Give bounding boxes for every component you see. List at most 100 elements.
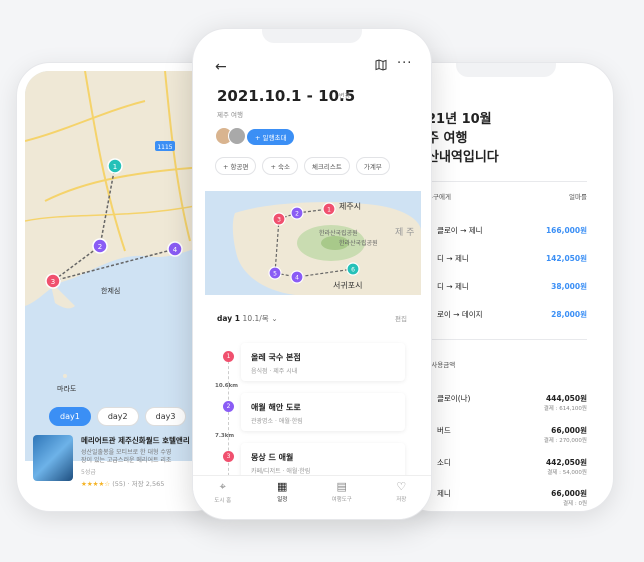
map-pin-3[interactable]: 3 — [272, 212, 286, 226]
svg-text:2: 2 — [98, 243, 102, 251]
center-phone: ← ··· 2021.10.1 - 10.5 변경 제주 여행 + 일행초대 +… — [192, 28, 432, 520]
avatar — [228, 127, 246, 145]
day-selector[interactable]: day 1 10.1/목 ⌄ — [217, 313, 278, 324]
day-tab-2[interactable]: day2 — [96, 407, 139, 426]
map-label-seogwipo: 서귀포시 — [333, 280, 362, 290]
distance-label: 7.3km — [215, 433, 235, 439]
tab-schedule[interactable]: ▦ 일정 — [262, 480, 302, 519]
heading-line-1: 21년 10월 — [427, 112, 492, 127]
heading-line-3: 산내역입니다 — [427, 149, 499, 165]
place-number: 3 — [223, 451, 234, 462]
toolbox-icon: ▤ — [336, 480, 347, 493]
svg-text:1: 1 — [113, 163, 117, 171]
map-icon[interactable] — [375, 59, 387, 74]
svg-text:1: 1 — [327, 207, 331, 214]
day-label: day 1 — [217, 314, 240, 323]
distance-label: 10.6km — [215, 383, 238, 389]
map-pin-4[interactable]: 4 — [167, 241, 183, 257]
trip-map[interactable]: 제주시 제 주 한라산국립공원 한라산국립공원 서귀포시 1 2 3 4 5 6 — [205, 191, 421, 295]
divider — [427, 339, 587, 340]
svg-text:6: 6 — [351, 267, 355, 274]
chip-row: + 항공편 + 숙소 체크리스트 가계부 — [215, 157, 390, 175]
notch — [262, 29, 362, 43]
map-pin-5[interactable]: 5 — [268, 266, 282, 280]
place-category: 관광명소 · 애월·한림 — [251, 418, 303, 425]
tab-city-home[interactable]: ⌖ 도시 홈 — [203, 480, 243, 519]
map-label-island: 마라도 — [57, 384, 77, 393]
location-icon: ⌖ — [219, 480, 226, 493]
map-pin-2[interactable]: 2 — [290, 206, 304, 220]
add-lodging-chip[interactable]: + 숙소 — [262, 157, 298, 175]
chevron-down-icon: ⌄ — [271, 314, 278, 323]
tab-saved[interactable]: ♡ 저장 — [381, 480, 421, 519]
settlement-row: 디 → 제니 142,050원 — [437, 254, 587, 263]
place-name: 올레 국수 본점 — [251, 353, 301, 362]
map-pin-3[interactable]: 3 — [45, 273, 61, 289]
settlement-row: 클로이 → 제니 166,000원 — [437, 226, 587, 235]
companion-avatars — [215, 127, 246, 145]
divider — [427, 181, 587, 182]
usage-row: 버드 66,000원 결제 : 270,000원 — [437, 426, 587, 444]
place-card[interactable]: 애월 해안 도로 관광명소 · 애월·한림 — [241, 393, 405, 431]
map-label-city: 한제심 — [101, 286, 120, 295]
place-card[interactable]: 올레 국수 본점 음식점 · 제주 시내 — [241, 343, 405, 381]
bottom-tab-bar: ⌖ 도시 홈 ▦ 일정 ▤ 여행도구 ♡ 저장 — [193, 475, 431, 519]
day-tab-3[interactable]: day3 — [144, 407, 187, 426]
hotel-desc: 성산일출봉을 모티브로 한 대형 수영 장이 있는 고급스러운 메리어트 리조 — [81, 449, 172, 465]
notch — [456, 63, 556, 77]
hotel-card[interactable]: 메리어트관 제주신화월드 호텔앤리 성산일출봉을 모티브로 한 대형 수영 장이… — [33, 435, 217, 488]
invite-button[interactable]: + 일행초대 — [247, 129, 295, 145]
svg-text:5: 5 — [273, 271, 277, 278]
heart-icon: ♡ — [396, 480, 407, 493]
map-pin-4[interactable]: 4 — [290, 270, 304, 284]
map-pin-1[interactable]: 1 — [107, 158, 123, 174]
checklist-chip[interactable]: 체크리스트 — [303, 157, 350, 175]
rating-stars: ★★★★☆ — [81, 480, 111, 489]
svg-text:2: 2 — [295, 211, 299, 218]
map-label-park: 한라산국립공원 — [339, 239, 378, 247]
map-label-jeju: 제 주 — [395, 227, 414, 238]
add-flight-chip[interactable]: + 항공편 — [215, 157, 257, 175]
svg-text:3: 3 — [277, 217, 281, 224]
calendar-icon: ▦ — [277, 480, 288, 493]
settlement-row: 로이 → 데이지 28,000원 — [437, 310, 587, 319]
map-label-park: 한라산국립공원 — [319, 229, 358, 237]
back-arrow-icon[interactable]: ← — [215, 59, 227, 75]
settle-header-right: 얼마를 — [569, 193, 587, 201]
road-label: 1115 — [157, 144, 172, 151]
hotel-thumbnail — [33, 435, 73, 481]
map-pin-1[interactable]: 1 — [322, 202, 336, 216]
hotel-meta: (55) · 저장 2,565 — [112, 480, 165, 489]
edit-button[interactable]: 편집 — [395, 313, 407, 323]
place-category: 카페/디저트 · 애월·한림 — [251, 468, 311, 475]
day-tab-1[interactable]: day1 — [49, 407, 91, 426]
trip-name: 제주 여행 — [217, 111, 243, 119]
settlement-row: 디 → 제니 38,000원 — [437, 282, 587, 291]
map-pin-2[interactable]: 2 — [92, 238, 108, 254]
place-number: 1 — [223, 351, 234, 362]
tab-travel-tools[interactable]: ▤ 여행도구 — [322, 480, 362, 519]
place-name: 애월 해안 도로 — [251, 403, 301, 412]
place-number: 2 — [223, 401, 234, 412]
more-icon[interactable]: ··· — [397, 56, 412, 71]
change-dates-link[interactable]: 변경 — [339, 91, 350, 100]
place-name: 몽상 드 애월 — [251, 453, 294, 462]
hotel-grade: 5성급 — [81, 469, 96, 477]
map-pin-6[interactable]: 6 — [346, 262, 360, 276]
heading-line-2: 주 여행 — [427, 130, 468, 146]
svg-text:3: 3 — [51, 278, 55, 286]
map-label-jeju-si: 제주시 — [339, 202, 361, 211]
usage-row: 클로이(나) 444,050원 결제 : 614,100원 — [437, 394, 587, 412]
svg-text:4: 4 — [295, 275, 299, 282]
budget-chip[interactable]: 가계부 — [355, 157, 390, 175]
svg-text:4: 4 — [173, 246, 178, 254]
hotel-rating: ★★★★☆ (55) · 저장 2,565 — [81, 478, 190, 488]
usage-row: 제니 66,000원 결제 : 0원 — [437, 489, 587, 507]
settlement-heading: 21년 10월 주 여행 산내역입니다 — [427, 111, 499, 168]
place-category: 음식점 · 제주 시내 — [251, 368, 298, 375]
day-date: 10.1/목 — [242, 314, 269, 323]
left-map[interactable]: 1115 1 2 3 4 한제심 마라도 — [25, 71, 219, 461]
usage-row: 소디 442,050원 결제 : 54,000원 — [437, 458, 587, 476]
trip-dates: 2021.10.1 - 10.5 — [217, 87, 356, 105]
hotel-name: 메리어트관 제주신화월드 호텔앤리 — [81, 436, 190, 445]
